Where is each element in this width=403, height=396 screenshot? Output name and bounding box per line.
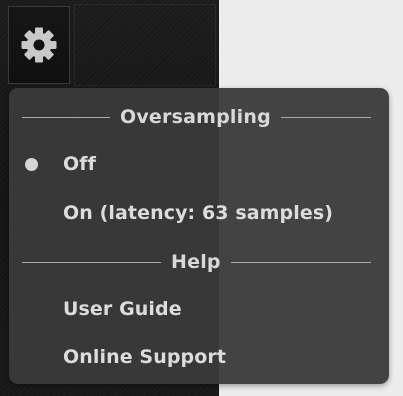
menu-item-online-support[interactable]: Online Support xyxy=(9,340,389,374)
settings-button[interactable] xyxy=(8,6,70,84)
divider xyxy=(22,261,161,263)
divider xyxy=(22,116,110,118)
menu-item-label: Online Support xyxy=(63,346,227,368)
section-header-oversampling: Oversampling xyxy=(9,105,389,129)
menu-item-label: On (latency: 63 samples) xyxy=(63,202,334,224)
menu-item-label: User Guide xyxy=(63,298,182,320)
background-panel-detail xyxy=(74,4,216,86)
gear-icon xyxy=(20,26,58,64)
menu-item-user-guide[interactable]: User Guide xyxy=(9,292,389,326)
section-title: Oversampling xyxy=(120,106,271,128)
menu-item-oversampling-on[interactable]: On (latency: 63 samples) xyxy=(9,196,389,230)
menu-item-label: Off xyxy=(63,153,96,175)
selected-bullet-icon xyxy=(25,157,38,171)
settings-menu: Oversampling Off On (latency: 63 samples… xyxy=(9,88,389,384)
divider xyxy=(280,116,371,118)
divider xyxy=(230,261,371,263)
section-title: Help xyxy=(171,251,221,273)
menu-item-oversampling-off[interactable]: Off xyxy=(9,147,389,181)
section-header-help: Help xyxy=(9,250,389,274)
